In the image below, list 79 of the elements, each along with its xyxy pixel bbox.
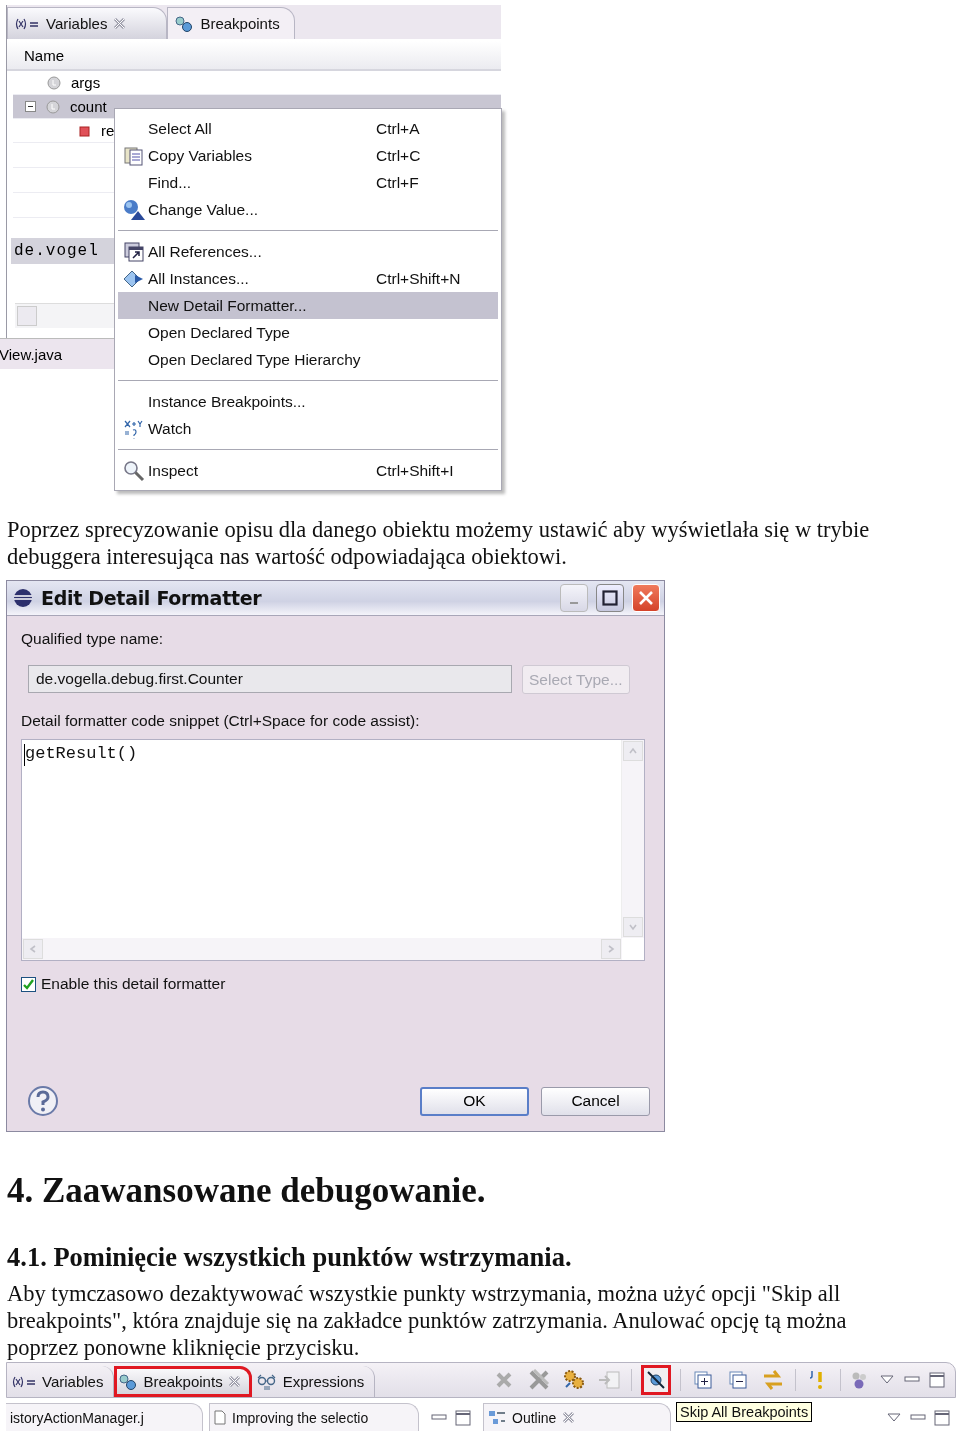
editor-tab[interactable]: istoryActionManager.j bbox=[6, 1403, 203, 1431]
gears-icon[interactable] bbox=[563, 1369, 585, 1391]
subsection-heading: 4.1. Pominięcie wszystkich punktów wstrzymania. bbox=[7, 1241, 573, 1273]
maximize-button[interactable] bbox=[596, 584, 624, 612]
minimize-button[interactable] bbox=[560, 584, 588, 612]
variables-icon bbox=[11, 1374, 37, 1389]
menu-item[interactable]: All References... bbox=[118, 238, 498, 265]
collapse-icon[interactable] bbox=[25, 101, 36, 112]
view-tab[interactable]: Outline bbox=[483, 1403, 671, 1431]
checkbox[interactable] bbox=[21, 976, 36, 992]
close-icon[interactable] bbox=[227, 1375, 241, 1388]
view-tab[interactable]: Expressions bbox=[251, 1366, 376, 1397]
local-variable-icon bbox=[47, 75, 61, 90]
editor-tab[interactable]: Improving the selectio bbox=[209, 1403, 419, 1431]
cross-icon[interactable] bbox=[494, 1370, 514, 1390]
local-variable-icon bbox=[46, 99, 60, 114]
close-icon[interactable] bbox=[113, 17, 127, 30]
double-cross-icon[interactable] bbox=[528, 1369, 550, 1391]
import-icon[interactable] bbox=[598, 1370, 620, 1390]
variables-icon bbox=[14, 16, 40, 31]
view-tab[interactable]: Breakpoints bbox=[114, 1366, 252, 1397]
check-icon bbox=[23, 978, 34, 990]
maximize-icon[interactable] bbox=[455, 1409, 471, 1426]
variable-name: re bbox=[101, 122, 115, 139]
menu-item[interactable]: Open Declared Type Hierarchy bbox=[118, 346, 498, 373]
chevron-icon bbox=[607, 945, 615, 953]
maximize-icon[interactable] bbox=[929, 1372, 945, 1388]
circle-triangle-icon bbox=[122, 198, 146, 221]
chevron-icon bbox=[629, 747, 637, 755]
magnifier-icon bbox=[123, 459, 145, 482]
dialog-button[interactable]: OK bbox=[420, 1086, 529, 1116]
help-icon[interactable] bbox=[27, 1085, 59, 1117]
breakpoints-icon bbox=[118, 1373, 139, 1390]
collapse-all-icon[interactable] bbox=[728, 1370, 748, 1390]
outline-icon bbox=[488, 1409, 506, 1426]
menu-item[interactable]: Change Value... bbox=[118, 196, 498, 223]
chevron-icon bbox=[629, 923, 637, 931]
variable-name: count bbox=[70, 98, 107, 115]
diamond-arrow-icon bbox=[123, 268, 145, 289]
glasses-icon bbox=[255, 1373, 278, 1390]
menu-item[interactable]: Instance Breakpoints... bbox=[118, 388, 498, 415]
document-icon bbox=[214, 1410, 226, 1425]
input-field[interactable]: de.vogella.debug.first.Counter bbox=[28, 665, 512, 693]
view-tab[interactable]: Breakpoints bbox=[167, 7, 295, 39]
menu-item[interactable]: Watch bbox=[118, 415, 498, 442]
field-icon bbox=[77, 123, 91, 138]
view-menu-icon[interactable] bbox=[886, 1411, 902, 1424]
link-arrows-icon[interactable] bbox=[762, 1369, 784, 1391]
minimize-icon bbox=[570, 602, 578, 604]
menu-item[interactable]: New Detail Formatter... bbox=[118, 292, 498, 319]
field-label: Qualified type name: bbox=[21, 630, 165, 648]
menu-item[interactable]: Inspect Ctrl+Shift+I bbox=[118, 457, 498, 484]
paragraph: Poprzez sprecyzowanie opisu dla danego obiektu możemy ustawić aby wyświetlała się w trybie debuggera interesująca nas wartość odpowiadająca obiektowi. bbox=[7, 516, 871, 570]
expand-all-icon[interactable] bbox=[693, 1370, 713, 1390]
tooltip: Skip All Breakpoints bbox=[676, 1402, 813, 1422]
clipboard-icon bbox=[124, 145, 144, 166]
view-menu-icon[interactable] bbox=[879, 1374, 895, 1386]
checkbox-label: Enable this detail formatter bbox=[41, 975, 226, 993]
menu-item[interactable]: Find... Ctrl+F bbox=[118, 169, 498, 196]
eclipse-icon bbox=[13, 588, 33, 608]
menu-item[interactable]: All Instances... Ctrl+Shift+N bbox=[118, 265, 498, 292]
menu-item[interactable]: Copy Variables Ctrl+C bbox=[118, 142, 498, 169]
window-title: Edit Detail Formatter bbox=[41, 587, 263, 609]
close-button[interactable] bbox=[632, 584, 660, 612]
window-arrow-icon bbox=[124, 241, 144, 262]
close-icon bbox=[638, 590, 654, 606]
maximize-icon[interactable] bbox=[934, 1409, 950, 1426]
section-heading: 4. Zaawansowane debugowanie. bbox=[7, 1170, 487, 1212]
paragraph: Aby tymczasowo dezaktywować wszystkie punkty wstrzymania, można użyć opcji "Skip all breakpoints", która znajduje się na zakładce punktów zatrzymania. Anulować opcję tą można poprzez ponowne kliknięcie przycisku. bbox=[7, 1280, 848, 1361]
variable-name: args bbox=[71, 74, 101, 91]
chevron-icon bbox=[29, 945, 37, 953]
view-tab[interactable]: Variables bbox=[7, 7, 168, 39]
dialog-button[interactable]: Cancel bbox=[541, 1086, 650, 1116]
breakpoints-icon bbox=[174, 15, 195, 32]
menu-item[interactable]: Open Declared Type bbox=[118, 319, 498, 346]
maximize-icon bbox=[602, 590, 618, 606]
close-icon[interactable] bbox=[562, 1411, 576, 1424]
field-label: Detail formatter code snippet (Ctrl+Space for code assist): bbox=[21, 712, 421, 730]
detail-text: de.vogel bbox=[14, 242, 99, 260]
